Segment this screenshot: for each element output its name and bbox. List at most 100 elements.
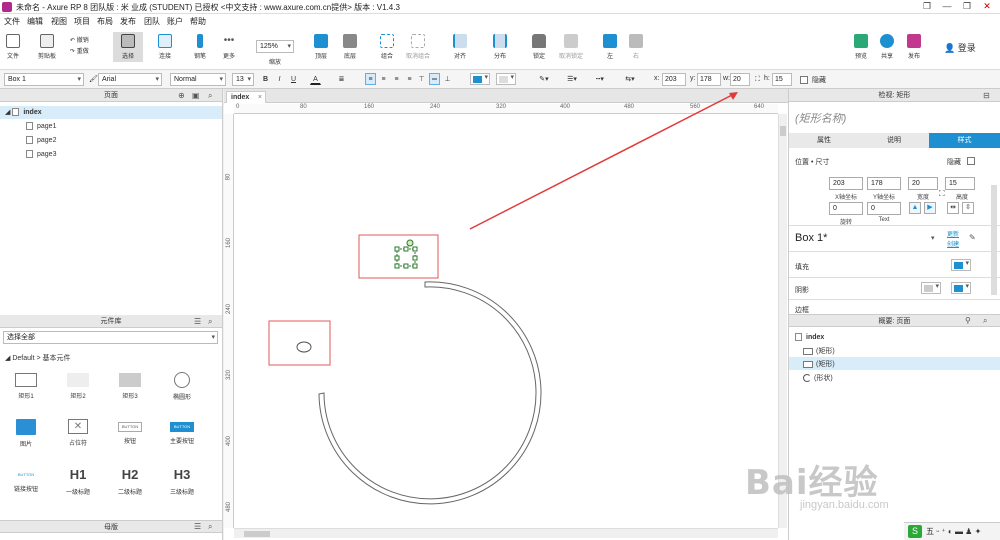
align-right-icon[interactable]: ≡	[391, 73, 402, 85]
style-dropdown-icon[interactable]: ▾	[931, 234, 935, 242]
send-to-bottom-button[interactable]: 底层	[337, 34, 363, 60]
inspector-scrollbar[interactable]	[991, 185, 997, 295]
menu-edit[interactable]: 编辑	[27, 16, 43, 27]
tab-style[interactable]: 样式	[929, 133, 1000, 148]
library-menu-icon[interactable]: ☰	[194, 317, 201, 326]
select-tool-button[interactable]: 选择	[113, 32, 143, 62]
arrow-style-icon[interactable]: ⇆▾	[618, 73, 642, 85]
inspector-hidden-checkbox[interactable]	[967, 157, 975, 165]
group-button[interactable]: 组合	[374, 34, 400, 60]
outline-filter-icon[interactable]: ⚲	[965, 316, 971, 325]
menu-account[interactable]: 账户	[167, 16, 183, 27]
menu-team[interactable]: 团队	[144, 16, 160, 27]
bold-button[interactable]: B	[260, 73, 271, 85]
page-tree-item-page1[interactable]: page1	[26, 122, 56, 130]
search-icon[interactable]: ⌕	[208, 91, 212, 101]
outline-item-rect-1[interactable]: (矩形)	[803, 346, 835, 356]
shadow-color-picker[interactable]	[496, 73, 516, 85]
y-input[interactable]: 178	[697, 73, 721, 86]
connect-tool-button[interactable]: 连接	[150, 34, 180, 60]
share-button[interactable]: 共享	[876, 34, 898, 60]
menu-publish[interactable]: 发布	[120, 16, 136, 27]
outline-root[interactable]: index	[795, 333, 824, 341]
vertical-scroll-thumb[interactable]	[780, 126, 786, 136]
outline-item-shape[interactable]: (形状)	[803, 373, 833, 383]
widget-name-input[interactable]: (矩形名称)	[795, 110, 846, 126]
resize-handle[interactable]	[412, 255, 418, 261]
arc-shape[interactable]	[318, 281, 542, 505]
lib-image[interactable]: 图片	[6, 419, 46, 448]
undo-button[interactable]: ↶ 撤销	[70, 35, 100, 44]
library-filter-select[interactable]: 选择全部	[3, 331, 218, 344]
width-input[interactable]: 20	[908, 177, 938, 190]
masters-menu-icon[interactable]: ☰	[194, 522, 201, 531]
more-tools-button[interactable]: ••• 更多	[216, 34, 242, 60]
resize-handle[interactable]	[403, 263, 409, 269]
menu-layout[interactable]: 布局	[97, 16, 113, 27]
lock-ratio-icon[interactable]: ⛶	[752, 73, 763, 85]
lib-rect3[interactable]: 矩形3	[110, 373, 150, 400]
redo-button[interactable]: ↷ 重做	[70, 46, 100, 55]
font-weight-select[interactable]: Normal	[170, 73, 226, 86]
zoom-select[interactable]: 125%	[256, 40, 294, 53]
close-button[interactable]: ✕	[980, 1, 994, 12]
tab-properties[interactable]: 属性	[789, 133, 859, 148]
menu-help[interactable]: 帮助	[190, 16, 206, 27]
style-name[interactable]: Box 1*	[795, 232, 827, 244]
resize-handle[interactable]	[394, 246, 400, 252]
lib-ellipse[interactable]: 椭圆形	[162, 372, 202, 401]
align-center-icon[interactable]: ≡	[378, 73, 389, 85]
resize-handle[interactable]	[394, 263, 400, 269]
x-input[interactable]: 203	[662, 73, 686, 86]
horizontal-scroll-thumb[interactable]	[244, 531, 270, 537]
file-button[interactable]: 文件	[4, 34, 22, 60]
lib-h1[interactable]: H1 一级标题	[58, 467, 98, 496]
align-left-icon[interactable]: ≡	[365, 73, 376, 85]
tab-notes[interactable]: 说明	[859, 133, 929, 148]
fit-height-icon[interactable]: ⇳	[962, 202, 974, 214]
rotation-input[interactable]: 0	[829, 202, 863, 215]
rotate-handle[interactable]	[406, 239, 414, 247]
outline-item-rect-2[interactable]: (矩形)	[803, 359, 835, 369]
inner-shadow-swatch[interactable]	[951, 282, 971, 294]
update-style-link[interactable]: 更新	[947, 229, 959, 238]
x-coord-input[interactable]: 203	[829, 177, 863, 190]
fill-color-swatch[interactable]	[951, 259, 971, 271]
restore-context-button[interactable]: ❐	[920, 1, 934, 12]
line-color-icon[interactable]: ✎▾	[534, 73, 554, 85]
bullet-list-icon[interactable]: ≣	[336, 73, 347, 85]
ime-mode-icon[interactable]: 五 ᵕ ⁺ ◐ ▬ ♟ ✦	[926, 526, 981, 537]
font-size-select[interactable]: 13	[232, 73, 254, 86]
flip-horizontal-icon[interactable]: ▶	[924, 202, 936, 214]
inspector-menu-icon[interactable]: ⊟	[983, 91, 990, 100]
clipboard-button[interactable]: 剪贴板	[32, 34, 62, 60]
publish-button[interactable]: 发布	[902, 34, 926, 60]
minimize-button[interactable]: —	[940, 1, 954, 12]
resize-handle[interactable]	[412, 263, 418, 269]
outer-shadow-swatch[interactable]	[921, 282, 941, 294]
align-button[interactable]: 对齐	[446, 34, 474, 60]
y-coord-input[interactable]: 178	[867, 177, 901, 190]
text-rotation-input[interactable]: 0	[867, 202, 901, 215]
lib-button[interactable]: BUTTON 按钮	[110, 419, 150, 445]
bring-to-top-button[interactable]: 顶层	[308, 34, 334, 60]
page-tree-item-page2[interactable]: page2	[26, 136, 56, 144]
left-button[interactable]: 左	[600, 34, 620, 60]
italic-button[interactable]: I	[274, 73, 285, 85]
flip-vertical-icon[interactable]: ▲	[909, 202, 921, 214]
w-input[interactable]: 20	[730, 73, 750, 86]
pen-tool-button[interactable]: 钢笔	[186, 34, 214, 60]
horizontal-scrollbar[interactable]	[234, 528, 778, 538]
unlock-button[interactable]: 取消锁定	[553, 34, 589, 60]
small-ellipse[interactable]	[296, 341, 312, 353]
lib-link-button[interactable]: BUTTON 链接按钮	[6, 467, 46, 493]
h-input[interactable]: 15	[772, 73, 792, 86]
lock-button[interactable]: 锁定	[526, 34, 552, 60]
library-group-header[interactable]: ◢ Default > 基本元件	[5, 353, 71, 363]
preview-button[interactable]: 预览	[850, 34, 872, 60]
page-tree-item-page3[interactable]: page3	[26, 150, 56, 158]
resize-handle[interactable]	[394, 255, 400, 261]
resize-handle[interactable]	[403, 246, 409, 252]
outline-search-icon[interactable]: ⌕	[983, 316, 987, 326]
valign-middle-icon[interactable]: ═	[429, 73, 440, 85]
